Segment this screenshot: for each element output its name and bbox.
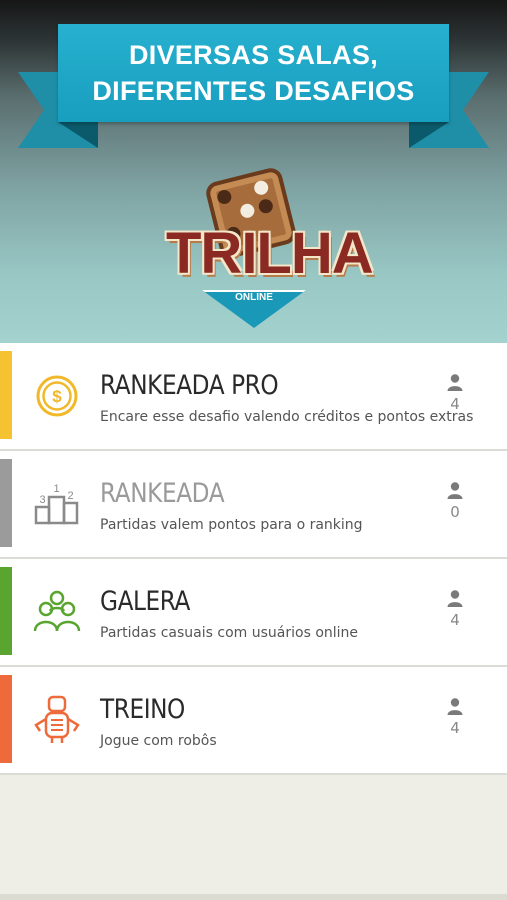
user-icon: [446, 481, 464, 499]
user-icon: [446, 697, 464, 715]
coin-icon: $: [32, 369, 82, 423]
room-title: TREINO: [100, 694, 185, 725]
robot-icon: [32, 693, 82, 747]
room-treino[interactable]: TREINO Jogue com robôs 4: [0, 667, 507, 775]
svg-text:2: 2: [67, 490, 73, 502]
user-icon: [446, 589, 464, 607]
svg-text:$: $: [52, 387, 62, 406]
room-accent-stripe: [0, 567, 12, 655]
logo-title: TRILHA: [166, 221, 374, 286]
people-group-icon: [32, 585, 82, 639]
svg-text:3: 3: [39, 494, 45, 506]
banner-line-1: DIVERSAS SALAS,: [128, 40, 379, 70]
room-description: Encare esse desafio valendo créditos e p…: [100, 409, 474, 425]
ribbon-banner: DIVERSAS SALAS, DIFERENTES DESAFIOS: [58, 24, 449, 122]
room-description: Partidas casuais com usuários online: [100, 625, 359, 641]
room-accent-stripe: [0, 351, 12, 439]
podium-icon: 1 3 2: [32, 477, 82, 531]
users-count: 4: [450, 719, 460, 737]
svg-text:1: 1: [53, 483, 59, 495]
room-title: RANKEADA PRO: [100, 370, 279, 401]
users-count: 4: [450, 611, 460, 629]
user-icon: [446, 373, 464, 391]
room-accent-stripe: [0, 459, 12, 547]
room-title: RANKEADA: [100, 478, 225, 509]
room-list: $ RANKEADA PRO Encare esse desafio valen…: [0, 343, 507, 775]
users-count: 4: [450, 395, 460, 413]
banner-line-2: DIFERENTES DESAFIOS: [92, 76, 415, 106]
room-description: Jogue com robôs: [100, 733, 217, 749]
trilha-logo: TRILHA ONLINE: [166, 165, 374, 328]
room-rankeada[interactable]: 1 3 2 RANKEADA Partidas valem pontos par…: [0, 451, 507, 559]
room-description: Partidas valem pontos para o ranking: [100, 517, 363, 533]
users-count: 0: [450, 503, 460, 521]
header-banner: DIVERSAS SALAS, DIFERENTES DESAFIOS TRIL…: [0, 0, 507, 343]
room-galera[interactable]: GALERA Partidas casuais com usuários onl…: [0, 559, 507, 667]
room-rankeada-pro[interactable]: $ RANKEADA PRO Encare esse desafio valen…: [0, 343, 507, 451]
room-title: GALERA: [100, 586, 190, 617]
bottom-bar: [0, 894, 507, 900]
room-accent-stripe: [0, 675, 12, 763]
logo-subtitle: ONLINE: [235, 292, 273, 303]
